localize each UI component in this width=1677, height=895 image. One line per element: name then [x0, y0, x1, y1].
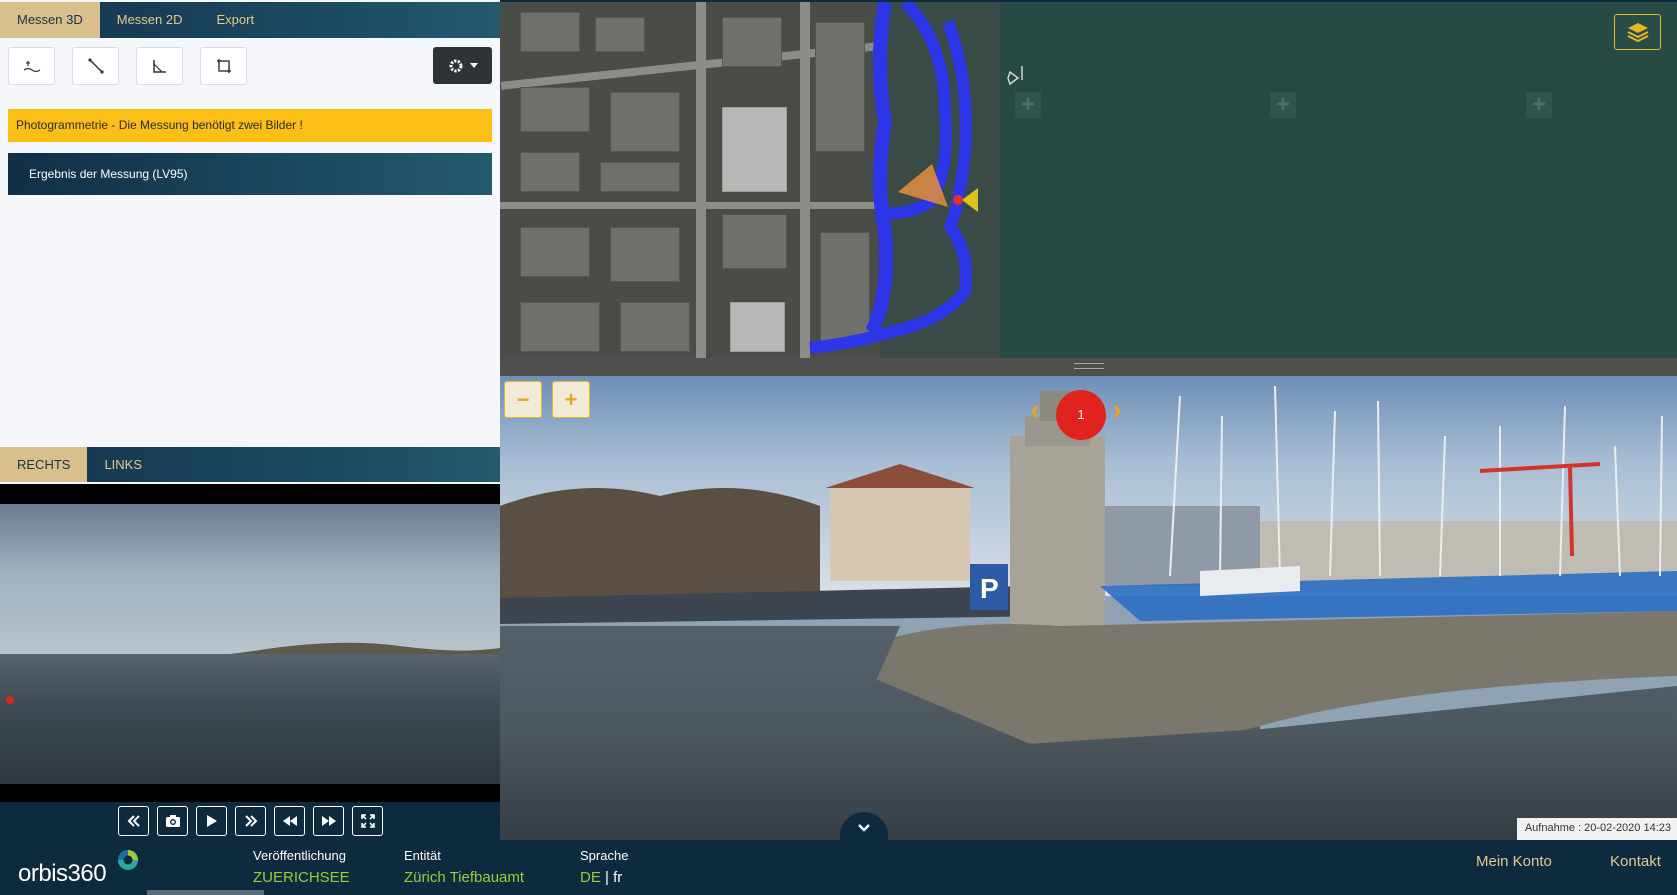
- next-image-chevron-right-icon[interactable]: ›: [1112, 395, 1122, 425]
- view-splitter[interactable]: [500, 358, 1677, 376]
- map-grid-marker: +: [1270, 92, 1296, 118]
- height-tool-button[interactable]: [8, 47, 55, 85]
- map-grid-marker: +: [1526, 92, 1552, 118]
- side-image-water: [0, 654, 500, 784]
- caret-down-icon: [469, 62, 478, 68]
- buoy-marker: [6, 696, 14, 704]
- height-tool-icon: [23, 61, 40, 73]
- splitter-grip-icon: [1074, 363, 1104, 369]
- measure-tabs: Messen 3D Messen 2D Export: [0, 2, 500, 38]
- language-label: Sprache: [580, 848, 629, 863]
- play-button[interactable]: [196, 806, 227, 836]
- map-layers-button[interactable]: [1614, 14, 1661, 50]
- fast-forward-icon: [321, 816, 336, 826]
- area-tool-button[interactable]: [200, 47, 247, 85]
- side-image-sky: [0, 504, 500, 654]
- footer-bar: orbis360 Veröffentlichung ZUERICHSEE Ent…: [0, 840, 1677, 895]
- last-frame-button[interactable]: [235, 806, 266, 836]
- orbis-logo-mark-icon: [118, 850, 138, 870]
- publication-label: Veröffentlichung: [253, 848, 346, 863]
- side-camera-image[interactable]: [0, 484, 500, 802]
- publication-info: Veröffentlichung ZUERICHSEE: [253, 848, 350, 886]
- image-marker-badge[interactable]: 1: [1056, 390, 1106, 440]
- first-frame-button[interactable]: [118, 806, 149, 836]
- chevron-down-icon: [858, 824, 870, 832]
- prev-image-chevron-left-icon[interactable]: ‹: [1030, 395, 1040, 425]
- tab-export[interactable]: Export: [200, 2, 272, 38]
- aerial-map[interactable]: + + +: [500, 2, 1677, 358]
- main-panorama-view[interactable]: P − + ‹ 1 › Aufnahme : 20-02-2020 14:23: [500, 376, 1677, 840]
- angle-tool-icon: [152, 60, 166, 73]
- zoom-in-button[interactable]: +: [552, 381, 590, 418]
- tab-links[interactable]: LINKS: [87, 447, 159, 482]
- horizontal-scrollbar-thumb[interactable]: [147, 890, 264, 895]
- map-grid-marker: +: [1015, 92, 1041, 118]
- capture-timestamp: Aufnahme : 20-02-2020 14:23: [1516, 818, 1677, 840]
- camera-icon: [165, 815, 180, 827]
- gear-icon: [449, 59, 462, 72]
- contact-link[interactable]: Kontakt: [1610, 853, 1661, 870]
- my-account-link[interactable]: Mein Konto: [1476, 853, 1552, 870]
- map-route-overlay: [809, 2, 1023, 354]
- tab-rechts[interactable]: RECHTS: [0, 447, 88, 482]
- expand-icon: [360, 814, 375, 828]
- camera-tabs: RECHTS LINKS: [0, 447, 500, 482]
- settings-dropdown-button[interactable]: [433, 47, 492, 84]
- tab-messen-2d[interactable]: Messen 2D: [100, 2, 200, 38]
- fullscreen-button[interactable]: [352, 806, 383, 836]
- playback-controls: [0, 802, 500, 840]
- entity-info: Entität Zürich Tiefbauamt: [404, 848, 524, 886]
- entity-value[interactable]: Zürich Tiefbauamt: [404, 869, 524, 886]
- fast-forward-button[interactable]: [313, 806, 344, 836]
- layers-icon: [1627, 23, 1648, 42]
- snapshot-button[interactable]: [157, 806, 188, 836]
- area-tool-icon: [216, 59, 231, 73]
- double-chevron-right-icon: [244, 815, 257, 827]
- double-chevron-left-icon: [127, 815, 140, 827]
- left-panel: Messen 3D Messen 2D Export Photogrammetr…: [0, 0, 500, 840]
- orbis360-logo: orbis360: [18, 860, 107, 887]
- app-root: Messen 3D Messen 2D Export Photogrammetr…: [0, 0, 1677, 895]
- photogrammetry-warning-banner: Photogrammetrie - Die Messung benötigt z…: [8, 109, 492, 142]
- measurement-result-header[interactable]: Ergebnis der Messung (LV95): [8, 153, 492, 195]
- tab-messen-3d[interactable]: Messen 3D: [0, 2, 100, 38]
- rewind-button[interactable]: [274, 806, 305, 836]
- rewind-icon: [282, 816, 297, 826]
- measure-toolbar: [8, 47, 247, 85]
- angle-tool-button[interactable]: [136, 47, 183, 85]
- distance-tool-icon: [87, 58, 104, 74]
- distance-tool-button[interactable]: [72, 47, 119, 85]
- entity-label: Entität: [404, 848, 441, 863]
- language-de[interactable]: DE: [580, 869, 601, 886]
- play-icon: [206, 815, 217, 827]
- svg-text:P: P: [980, 573, 999, 604]
- language-separator: |: [600, 869, 614, 886]
- publication-value[interactable]: ZUERICHSEE: [253, 869, 350, 886]
- zoom-out-button[interactable]: −: [504, 381, 542, 418]
- language-switch: Sprache DE | fr: [580, 848, 628, 886]
- language-fr[interactable]: fr: [613, 869, 622, 886]
